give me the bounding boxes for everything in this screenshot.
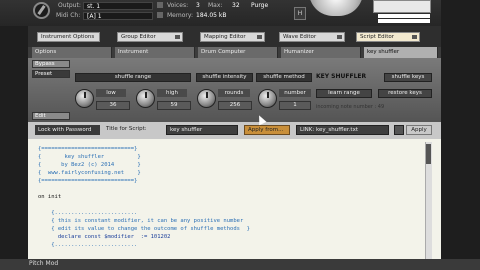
left-gutter [0, 26, 28, 270]
instrument-options-button[interactable]: Instrument Options [37, 32, 100, 42]
restore-keys-button[interactable]: restore keys [378, 89, 432, 98]
link-file-field[interactable]: LINK: key_shuffler.txt [296, 125, 389, 135]
output-label: Output: [58, 2, 81, 9]
code-line: {============================} [38, 146, 138, 152]
voices-label: Voices: [167, 2, 189, 9]
code-line: { by Bez2 (c) 2014 } [38, 162, 141, 168]
tab-humanizer[interactable]: Humanizer [281, 47, 361, 58]
key-shuffler-title: KEY SHUFFLER [316, 73, 367, 80]
rounds-knob[interactable] [197, 89, 216, 108]
high-value[interactable]: 59 [157, 101, 191, 110]
number-value[interactable]: 1 [279, 101, 311, 110]
script-editor-toggle-icon [412, 35, 417, 39]
group-editor-toggle-icon [175, 35, 180, 39]
voices-value: 3 [196, 2, 200, 9]
code-line: on init [38, 194, 62, 200]
code-line: declare const $modifier := 101202 [38, 234, 171, 240]
wave-editor-button[interactable]: Wave Editor [279, 32, 345, 42]
edit-button[interactable]: Edit [32, 112, 70, 120]
midi-channel-value: [A] 1 [87, 13, 102, 20]
shuffle-method-header: shuffle method [256, 73, 312, 82]
shuffle-intensity-header: shuffle intensity [196, 73, 253, 82]
preset-menu[interactable]: Preset [32, 70, 70, 78]
mapping-editor-button[interactable]: Mapping Editor [200, 32, 265, 42]
right-gutter [441, 0, 480, 270]
code-line: { this is constant modifier, it can be a… [38, 218, 244, 224]
tab-instrument[interactable]: Instrument [115, 47, 195, 58]
rounds-label: rounds [218, 89, 250, 97]
level-meter-right [378, 19, 430, 23]
group-editor-label: Group Editor [121, 34, 156, 40]
code-line: { edit its value to change the outcome o… [38, 226, 250, 232]
apply-from-menu[interactable]: Apply from... [244, 125, 290, 135]
mapping-editor-toggle-icon [257, 35, 262, 39]
low-knob[interactable] [75, 89, 94, 108]
high-label: high [157, 89, 187, 97]
wave-editor-label: Wave Editor [283, 34, 317, 40]
instrument-options-label: Instrument Options [41, 34, 95, 40]
max-value[interactable]: 32 [232, 2, 240, 9]
low-value[interactable]: 36 [96, 101, 130, 110]
preset-label: Preset [35, 71, 53, 77]
modulation-strip [0, 259, 480, 270]
midi-channel-label: Midi Ch: [56, 12, 81, 19]
volume-display [373, 0, 431, 13]
script-editor-label: Script Editor [360, 34, 394, 40]
output-selector[interactable]: st. 1 [83, 2, 153, 10]
output-value: st. 1 [87, 3, 101, 10]
output-dropdown-arrow-icon[interactable] [157, 2, 163, 8]
shuffle-range-header: shuffle range [75, 73, 191, 82]
instrument-logo-icon [33, 2, 50, 19]
tab-drum-computer[interactable]: Drum Computer [198, 47, 278, 58]
number-knob[interactable] [258, 89, 277, 108]
script-title-input[interactable]: key shuffler [166, 125, 238, 135]
code-lines: {============================} { key shu… [38, 145, 418, 249]
max-label: Max: [208, 2, 223, 9]
number-label: number [279, 89, 311, 97]
code-line: {============================} [38, 178, 138, 184]
high-knob[interactable] [136, 89, 155, 108]
code-line: {......................... [38, 210, 138, 216]
bypass-button[interactable]: Bypass [32, 60, 70, 68]
script-editor-button[interactable]: Script Editor [356, 32, 420, 42]
wave-editor-toggle-icon [337, 35, 342, 39]
code-line: {......................... [38, 242, 138, 248]
mapping-editor-label: Mapping Editor [204, 34, 246, 40]
script-title-label: Title for Script: [106, 126, 147, 132]
code-scrollbar-thumb[interactable] [426, 144, 431, 164]
code-line: { key shuffler } [38, 154, 141, 160]
pitch-mod-label[interactable]: Pitch Mod [29, 260, 58, 267]
memory-label: Memory: [167, 12, 193, 19]
tab-key-shuffler[interactable]: key shuffler [364, 47, 438, 58]
level-meter-left [378, 14, 430, 18]
solo-button[interactable]: H [294, 7, 306, 20]
midi-dropdown-arrow-icon[interactable] [157, 12, 163, 18]
purge-menu[interactable]: Purge [251, 2, 268, 9]
rounds-value[interactable]: 256 [218, 101, 252, 110]
code-line: { www.fairlyconfusing.net } [38, 170, 141, 176]
learn-range-button[interactable]: learn range [316, 89, 372, 98]
low-label: low [96, 89, 126, 97]
memory-value: 184.05 kB [196, 12, 227, 19]
incoming-note-readout: incoming note number : 49 [316, 104, 385, 110]
midi-channel-selector[interactable]: [A] 1 [83, 12, 153, 20]
link-checkbox[interactable] [394, 125, 404, 135]
tab-options[interactable]: Options [32, 47, 112, 58]
group-editor-button[interactable]: Group Editor [117, 32, 183, 42]
lock-password-button[interactable]: Lock with Password [35, 125, 100, 135]
shuffle-keys-button[interactable]: shuffle keys [384, 73, 432, 82]
apply-button[interactable]: Apply [406, 125, 432, 135]
